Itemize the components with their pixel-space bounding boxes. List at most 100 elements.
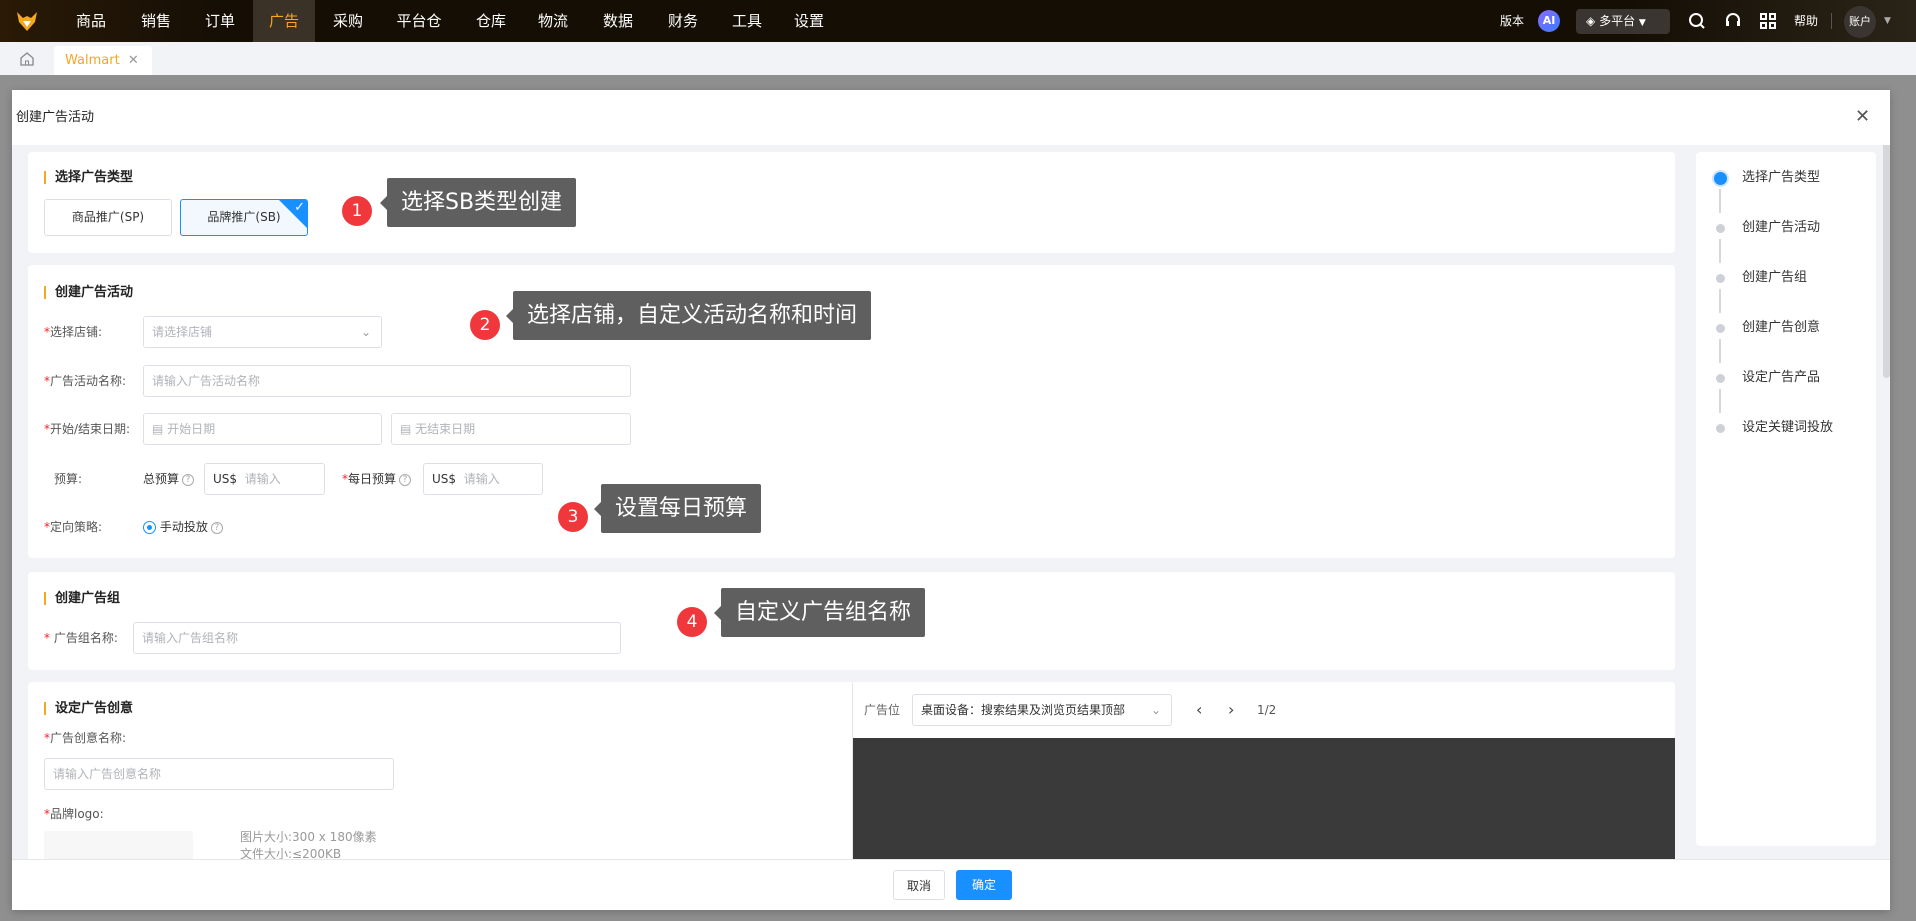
- campaign-name-input[interactable]: 请输入广告活动名称: [143, 365, 631, 397]
- step-5[interactable]: 设定广告产品: [1742, 370, 1820, 386]
- callout-label: 自定义广告组名称: [713, 588, 926, 637]
- section-title: 设定广告创意: [44, 702, 133, 715]
- budget-label: 预算:: [54, 472, 83, 486]
- ad-group-name-input[interactable]: 请输入广告组名称: [133, 622, 621, 654]
- section-title: 创建广告组: [44, 592, 120, 605]
- page-indicator: 1/2: [1257, 703, 1277, 717]
- step-6[interactable]: 设定关键词投放: [1742, 420, 1833, 436]
- ad-preview: [853, 738, 1675, 859]
- step-connector: [1719, 189, 1721, 213]
- creative-name-label: *广告创意名称:: [44, 731, 127, 745]
- campaign-name-label: *广告活动名称:: [44, 374, 127, 388]
- radio-checked-icon: [143, 521, 156, 534]
- daily-budget-label: *每日预算?: [342, 463, 412, 495]
- help-icon[interactable]: ?: [182, 473, 195, 486]
- placement-label: 广告位: [864, 703, 901, 717]
- step-connector: [1719, 339, 1721, 363]
- caret-down-icon: ▼: [1638, 18, 1646, 28]
- nav-item-settings[interactable]: 设置: [778, 0, 840, 42]
- callout-number: 2: [470, 310, 500, 340]
- next-icon[interactable]: ›: [1228, 694, 1234, 726]
- search-icon[interactable]: [1688, 12, 1706, 30]
- dialog-title: 创建广告活动: [16, 110, 95, 125]
- callout-number: 3: [558, 502, 588, 532]
- callout-label: 选择SB类型创建: [379, 178, 577, 227]
- step-3[interactable]: 创建广告组: [1742, 270, 1807, 286]
- start-date-input[interactable]: ▤ 开始日期: [143, 413, 382, 445]
- steps-panel: 选择广告类型 创建广告活动 创建广告组 创建广告创意 设定广告产品 设定关键词投…: [1696, 152, 1876, 846]
- ad-type-sb-option[interactable]: 品牌推广(SB) ✓: [180, 199, 308, 236]
- top-navigation: 商品 销售 订单 广告 采购 平台仓 仓库 物流 数据 财务 工具 设置 版本 …: [0, 0, 1916, 42]
- check-icon: ✓: [294, 200, 305, 215]
- dialog-body: 选择广告类型 商品推广(SP) 品牌推广(SB) ✓ 创建广告活动 *选择店铺:…: [12, 145, 1890, 859]
- end-date-input[interactable]: ▤ 无结束日期: [391, 413, 631, 445]
- strategy-label: *定向策略:: [44, 520, 103, 534]
- step-2[interactable]: 创建广告活动: [1742, 220, 1820, 236]
- cancel-button[interactable]: 取消: [893, 870, 945, 900]
- home-icon[interactable]: [19, 51, 35, 67]
- step-connector: [1719, 239, 1721, 263]
- help-link[interactable]: 帮助: [1794, 0, 1818, 42]
- prev-icon[interactable]: ‹: [1196, 694, 1202, 726]
- callout-label: 设置每日预算: [593, 484, 762, 533]
- dialog-footer: 取消 确定: [12, 859, 1890, 910]
- logo-file-hint: 文件大小:≤200KB: [240, 847, 342, 859]
- step-connector: [1719, 289, 1721, 313]
- nav-item-products[interactable]: 商品: [60, 0, 122, 42]
- chevron-down-icon: ⌄: [360, 325, 371, 339]
- nav-item-warehouse[interactable]: 仓库: [460, 0, 522, 42]
- date-label: *开始/结束日期:: [44, 422, 131, 436]
- daily-budget-input[interactable]: US$ 请输入: [423, 463, 543, 495]
- calendar-icon: ▤: [400, 422, 412, 436]
- platform-selector[interactable]: ◈ 多平台 ▼: [1576, 9, 1670, 34]
- nav-item-tools[interactable]: 工具: [716, 0, 778, 42]
- step-4[interactable]: 创建广告创意: [1742, 320, 1820, 336]
- account-avatar[interactable]: 账户: [1844, 6, 1876, 38]
- placement-select[interactable]: 桌面设备：搜索结果及浏览页结果顶部 ⌄: [912, 694, 1172, 726]
- callout-number: 4: [677, 607, 707, 637]
- nav-item-logistics[interactable]: 物流: [522, 0, 584, 42]
- help-icon[interactable]: ?: [210, 521, 223, 534]
- close-icon[interactable]: ✕: [128, 53, 139, 68]
- help-icon[interactable]: ?: [399, 473, 412, 486]
- nav-item-finance[interactable]: 财务: [652, 0, 714, 42]
- nav-item-platform-warehouse[interactable]: 平台仓: [388, 0, 450, 42]
- step-dot: [1716, 324, 1725, 333]
- store-select[interactable]: 请选择店铺 ⌄: [143, 316, 382, 348]
- ad-group-name-label: * 广告组名称:: [44, 631, 118, 645]
- step-1[interactable]: 选择广告类型: [1742, 170, 1820, 186]
- creative-name-input[interactable]: 请输入广告创意名称: [44, 758, 394, 790]
- nav-item-ads[interactable]: 广告: [253, 0, 315, 42]
- confirm-button[interactable]: 确定: [956, 870, 1012, 900]
- logo-icon: [17, 12, 37, 31]
- close-icon[interactable]: ✕: [1855, 106, 1870, 127]
- nav-item-purchase[interactable]: 采购: [317, 0, 379, 42]
- chevron-down-icon: ⌄: [1150, 703, 1161, 717]
- ad-type-sp-option[interactable]: 商品推广(SP): [44, 199, 172, 236]
- manual-targeting-radio[interactable]: 手动投放?: [143, 511, 223, 543]
- logo-size-hint: 图片大小:300 x 180像素: [240, 830, 377, 844]
- logo-upload-area[interactable]: [44, 831, 193, 859]
- scrollbar[interactable]: [1883, 145, 1890, 378]
- apps-grid-icon[interactable]: [1759, 12, 1777, 30]
- step-dot: [1716, 274, 1725, 283]
- create-campaign-dialog: 创建广告活动 ✕ 选择广告类型 商品推广(SP) 品牌推广(SB) ✓ 创建广告…: [12, 90, 1890, 910]
- callout-label: 选择店铺，自定义活动名称和时间: [505, 291, 872, 340]
- calendar-icon: ▤: [152, 422, 164, 436]
- total-budget-input[interactable]: US$ 请输入: [204, 463, 325, 495]
- layers-icon: ◈: [1586, 14, 1596, 28]
- account-caret-icon[interactable]: ▼: [1884, 0, 1891, 42]
- ai-button[interactable]: AI: [1538, 10, 1560, 32]
- tab-walmart[interactable]: Walmart ✕: [54, 46, 152, 75]
- option-label: 品牌推广(SB): [207, 210, 281, 224]
- nav-item-sales[interactable]: 销售: [125, 0, 187, 42]
- headset-icon[interactable]: [1724, 12, 1742, 30]
- step-dot: [1716, 374, 1725, 383]
- nav-item-data[interactable]: 数据: [587, 0, 649, 42]
- nav-item-orders[interactable]: 订单: [189, 0, 251, 42]
- section-title: 选择广告类型: [44, 171, 133, 184]
- step-dot: [1716, 224, 1725, 233]
- section-title: 创建广告活动: [44, 286, 133, 299]
- step-connector: [1719, 389, 1721, 413]
- version-link[interactable]: 版本: [1500, 0, 1524, 42]
